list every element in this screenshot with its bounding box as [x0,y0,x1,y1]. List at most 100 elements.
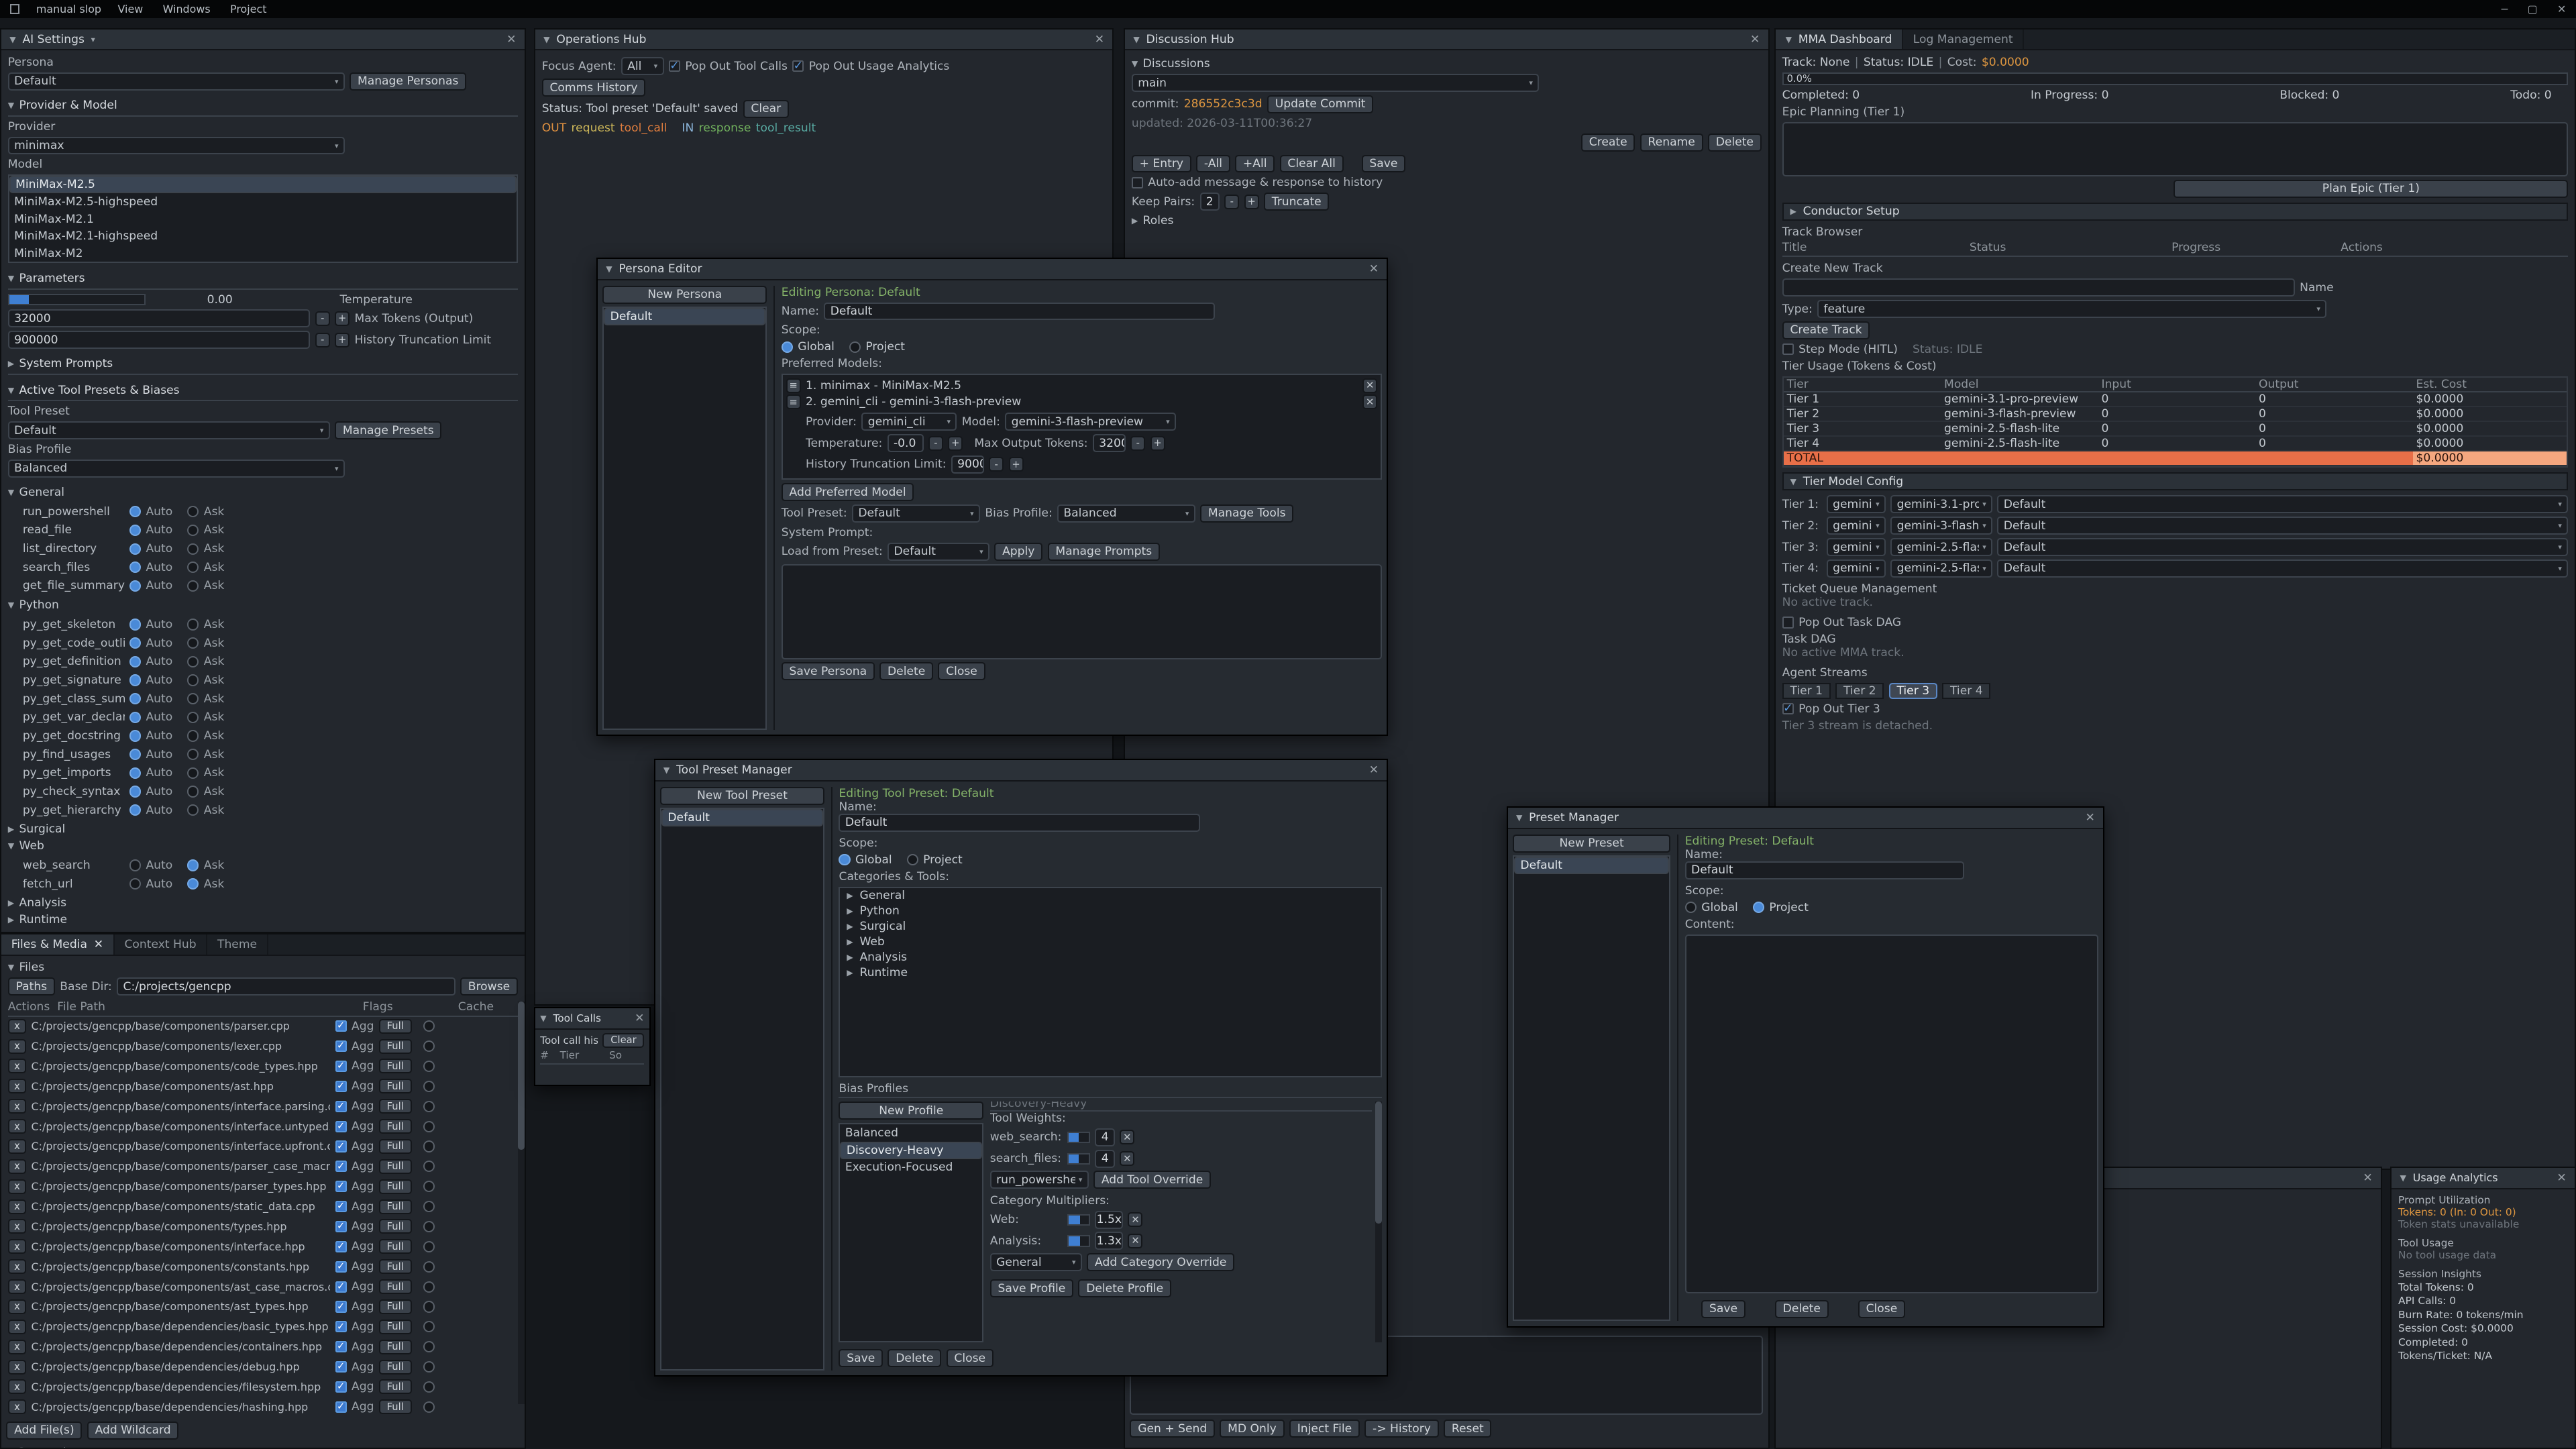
model-option[interactable]: MiniMax-M2.5-highspeed [9,193,517,211]
auto-radio[interactable] [129,580,141,592]
remove-file-button[interactable]: x [8,1259,26,1274]
ask-radio[interactable] [187,693,199,704]
increment-button[interactable]: + [1244,195,1259,209]
group-python-header[interactable]: ▼Python [8,598,518,612]
bias-scrollbar[interactable] [1375,1102,1382,1342]
preset-content-input[interactable] [1685,934,2098,1293]
table-row[interactable]: x C:/projects/gencpp/base/components/lex… [8,1037,518,1057]
group-surgical-header[interactable]: ▶Surgical [8,822,518,836]
auto-radio[interactable] [129,712,141,723]
remove-file-button[interactable]: x [8,1159,26,1174]
preset-list[interactable]: Default [1513,855,1670,1321]
chevron-right-icon[interactable]: ▶ [847,953,853,962]
stream-tab[interactable]: Tier 2 [1835,683,1884,699]
tier-model-select[interactable]: gemini-2.5-flash-l▾ [1890,538,1992,556]
remove-file-button[interactable]: x [8,1019,26,1034]
tier-model-select[interactable]: gemini-2.5-flash-l▾ [1890,559,1992,578]
files-scrollbar[interactable] [518,1002,525,1404]
ask-radio[interactable] [187,543,199,555]
table-row[interactable]: x C:/projects/gencpp/base/components/con… [8,1257,518,1277]
table-row[interactable]: x C:/projects/gencpp/base/dependencies/f… [8,1378,518,1398]
categories-list[interactable]: ▶ General ▶ Python ▶ Surgical [839,887,1382,1077]
profile-list-item[interactable]: Discovery-Heavy [840,1142,982,1159]
add-wildcard-button[interactable]: Add Wildcard [87,1421,179,1440]
full-button[interactable]: Full [379,1279,412,1294]
table-row[interactable]: x C:/projects/gencpp/base/dependencies/h… [8,1397,518,1417]
ask-radio[interactable] [187,619,199,630]
ask-radio[interactable] [187,506,199,517]
cache-indicator[interactable] [423,1341,435,1352]
category-item[interactable]: ▶ Runtime [840,965,1381,981]
new-preset-button[interactable]: New Preset [1513,835,1670,853]
model-option[interactable]: MiniMax-M2.5 [9,176,517,193]
truncate-button[interactable]: Truncate [1264,193,1329,211]
agg-checkbox[interactable]: ✓ [335,1101,347,1112]
remove-override-button[interactable]: ✕ [1120,1151,1134,1166]
chevron-right-icon[interactable]: ▶ [847,968,853,977]
table-row[interactable]: x C:/projects/gencpp/base/components/int… [8,1117,518,1137]
provider-model-section-header[interactable]: ▼Provider & Model [8,95,518,117]
remove-file-button[interactable]: x [8,1199,26,1214]
table-row[interactable]: x C:/projects/gencpp/base/components/sta… [8,1197,518,1218]
ask-radio[interactable] [187,561,199,573]
system-prompt-input[interactable] [782,564,1382,659]
apply-button[interactable]: Apply [994,543,1042,561]
scope-global-radio[interactable] [782,341,793,353]
manage-personas-button[interactable]: Manage Personas [350,72,466,91]
rename-discussion-button[interactable]: Rename [1640,133,1703,152]
agg-checkbox[interactable]: ✓ [335,1341,347,1352]
collapse-icon[interactable]: ▼ [543,35,549,44]
manage-prompts-button[interactable]: Manage Prompts [1048,543,1160,561]
delete-discussion-button[interactable]: Delete [1708,133,1762,152]
weight-value[interactable]: 4 [1095,1128,1114,1146]
category-item[interactable]: ▶ Python [840,904,1381,919]
ask-radio[interactable] [187,749,199,760]
add-preferred-model-button[interactable]: Add Preferred Model [782,483,914,501]
close-icon[interactable]: ✕ [94,938,103,951]
full-button[interactable]: Full [379,1239,412,1254]
persona-list[interactable]: Default [602,307,767,729]
full-button[interactable]: Full [379,1379,412,1394]
tier-provider-select[interactable]: gemini▾ [1827,559,1886,578]
menu-item[interactable]: Project [230,3,266,15]
tab-mma-dashboard[interactable]: ▼MMA Dashboard [1776,30,1903,50]
tier-preset-select[interactable]: Default▾ [1997,559,2568,578]
add-category-override-button[interactable]: Add Category Override [1087,1253,1234,1271]
pref-model-select[interactable]: gemini-3-flash-preview▾ [1005,413,1176,431]
discussions-section-header[interactable]: ▼Discussions [1132,57,1762,70]
remove-file-button[interactable]: x [8,1179,26,1194]
remove-file-button[interactable]: x [8,1399,26,1414]
files-section-header[interactable]: ▼Files [8,961,518,974]
scope-project-radio[interactable] [849,341,861,353]
multiplier-slider[interactable] [1067,1214,1090,1226]
increment-button[interactable]: + [1009,457,1024,472]
remove-file-button[interactable]: x [8,1379,26,1394]
preferred-model-row[interactable]: ≡ 2. gemini_cli - gemini-3-flash-preview… [786,394,1377,409]
full-button[interactable]: Full [379,1219,412,1234]
comms-history-button[interactable]: Comms History [542,78,646,97]
stream-tab[interactable]: Tier 3 [1889,683,1937,699]
reorder-handle[interactable]: ≡ [786,394,801,409]
active-presets-section-header[interactable]: ▼Active Tool Presets & Biases [8,380,518,402]
tier-provider-select[interactable]: gemini▾ [1827,517,1886,535]
chevron-right-icon[interactable]: ▶ [847,922,853,931]
discussion-branch-select[interactable]: main▾ [1132,74,1539,92]
tier-provider-select[interactable]: gemini▾ [1827,495,1886,513]
cache-indicator[interactable] [423,1241,435,1252]
manage-tools-button[interactable]: Manage Tools [1200,504,1293,523]
chevron-right-icon[interactable]: ▶ [847,937,853,947]
collapse-icon[interactable]: ▼ [663,765,669,775]
cache-indicator[interactable] [423,1381,435,1393]
table-row[interactable]: x C:/projects/gencpp/base/components/typ… [8,1218,518,1238]
agg-checkbox[interactable]: ✓ [335,1140,347,1152]
cache-indicator[interactable] [423,1401,435,1413]
category-item[interactable]: ▶ Analysis [840,950,1381,965]
auto-radio[interactable] [129,730,141,741]
agg-checkbox[interactable]: ✓ [335,1040,347,1052]
table-row[interactable]: x C:/projects/gencpp/base/components/int… [8,1237,518,1257]
tier-model-config-header[interactable]: ▼Tier Model Config [1782,472,2569,490]
ask-radio[interactable] [187,859,199,871]
agg-checkbox[interactable]: ✓ [335,1061,347,1072]
close-icon[interactable]: ✕ [1369,262,1379,276]
tool-preset-name-input[interactable]: Default [839,814,1200,832]
